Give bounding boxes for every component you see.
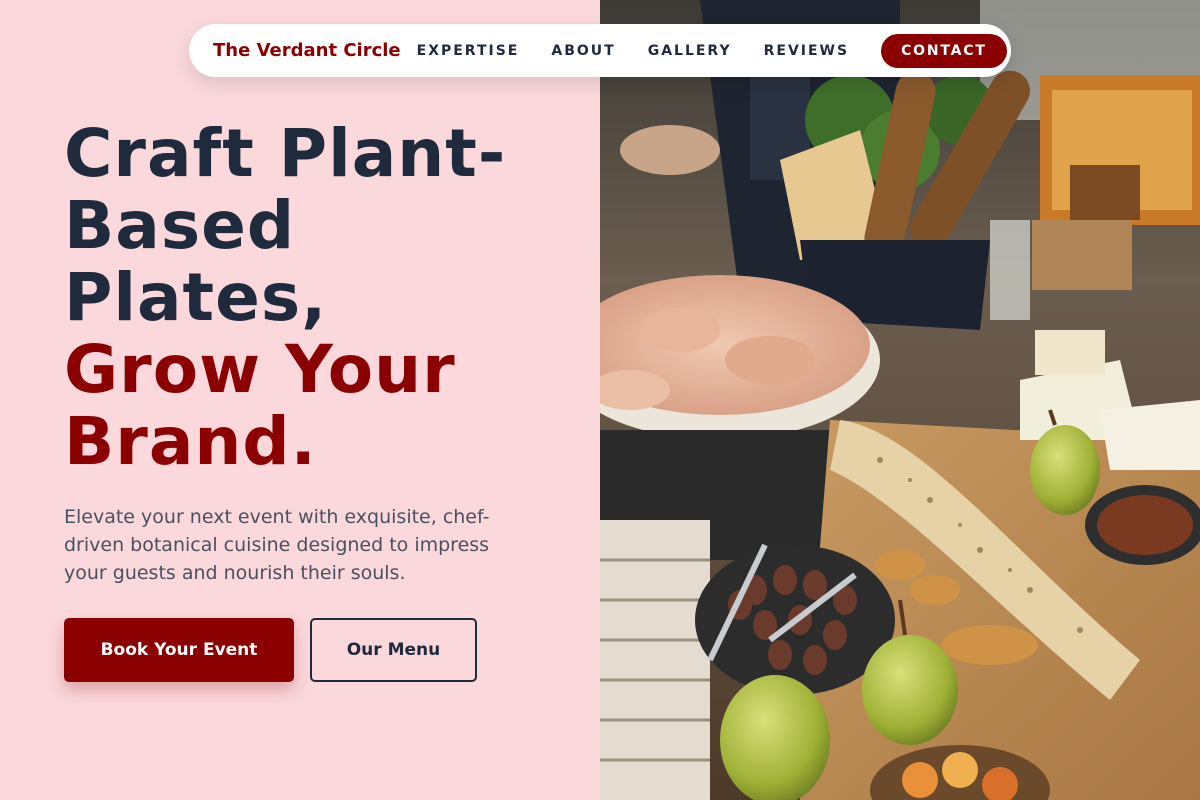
nav-links: EXPERTISE ABOUT GALLERY REVIEWS CONTACT (417, 33, 1007, 68)
nav-link-gallery[interactable]: GALLERY (648, 43, 732, 59)
nav-link-expertise[interactable]: EXPERTISE (417, 43, 520, 59)
hero-title-accent-line: Brand. (64, 403, 317, 480)
top-navigation-bar: The Verdant Circle EXPERTISE ABOUT GALLE… (189, 24, 1011, 77)
hero-title-line: Based (64, 187, 296, 264)
hero-title-line: Plates, (64, 259, 328, 336)
hero-title-line: Craft Plant- (64, 115, 507, 192)
grazing-table-illustration (600, 0, 1200, 800)
hero-title-accent-line: Grow Your (64, 331, 456, 408)
book-event-button[interactable]: Book Your Event (64, 618, 294, 682)
hero-subtitle: Elevate your next event with exquisite, … (64, 506, 490, 584)
nav-link-about[interactable]: ABOUT (551, 43, 615, 59)
our-menu-button[interactable]: Our Menu (310, 618, 477, 682)
brand-logo-text[interactable]: The Verdant Circle (213, 40, 401, 61)
contact-button[interactable]: CONTACT (881, 33, 1007, 68)
hero-title: Craft Plant- Based Plates, Grow Your Bra… (64, 118, 584, 478)
catering-grazing-table-image (600, 0, 1200, 800)
nav-link-reviews[interactable]: REVIEWS (764, 43, 849, 59)
